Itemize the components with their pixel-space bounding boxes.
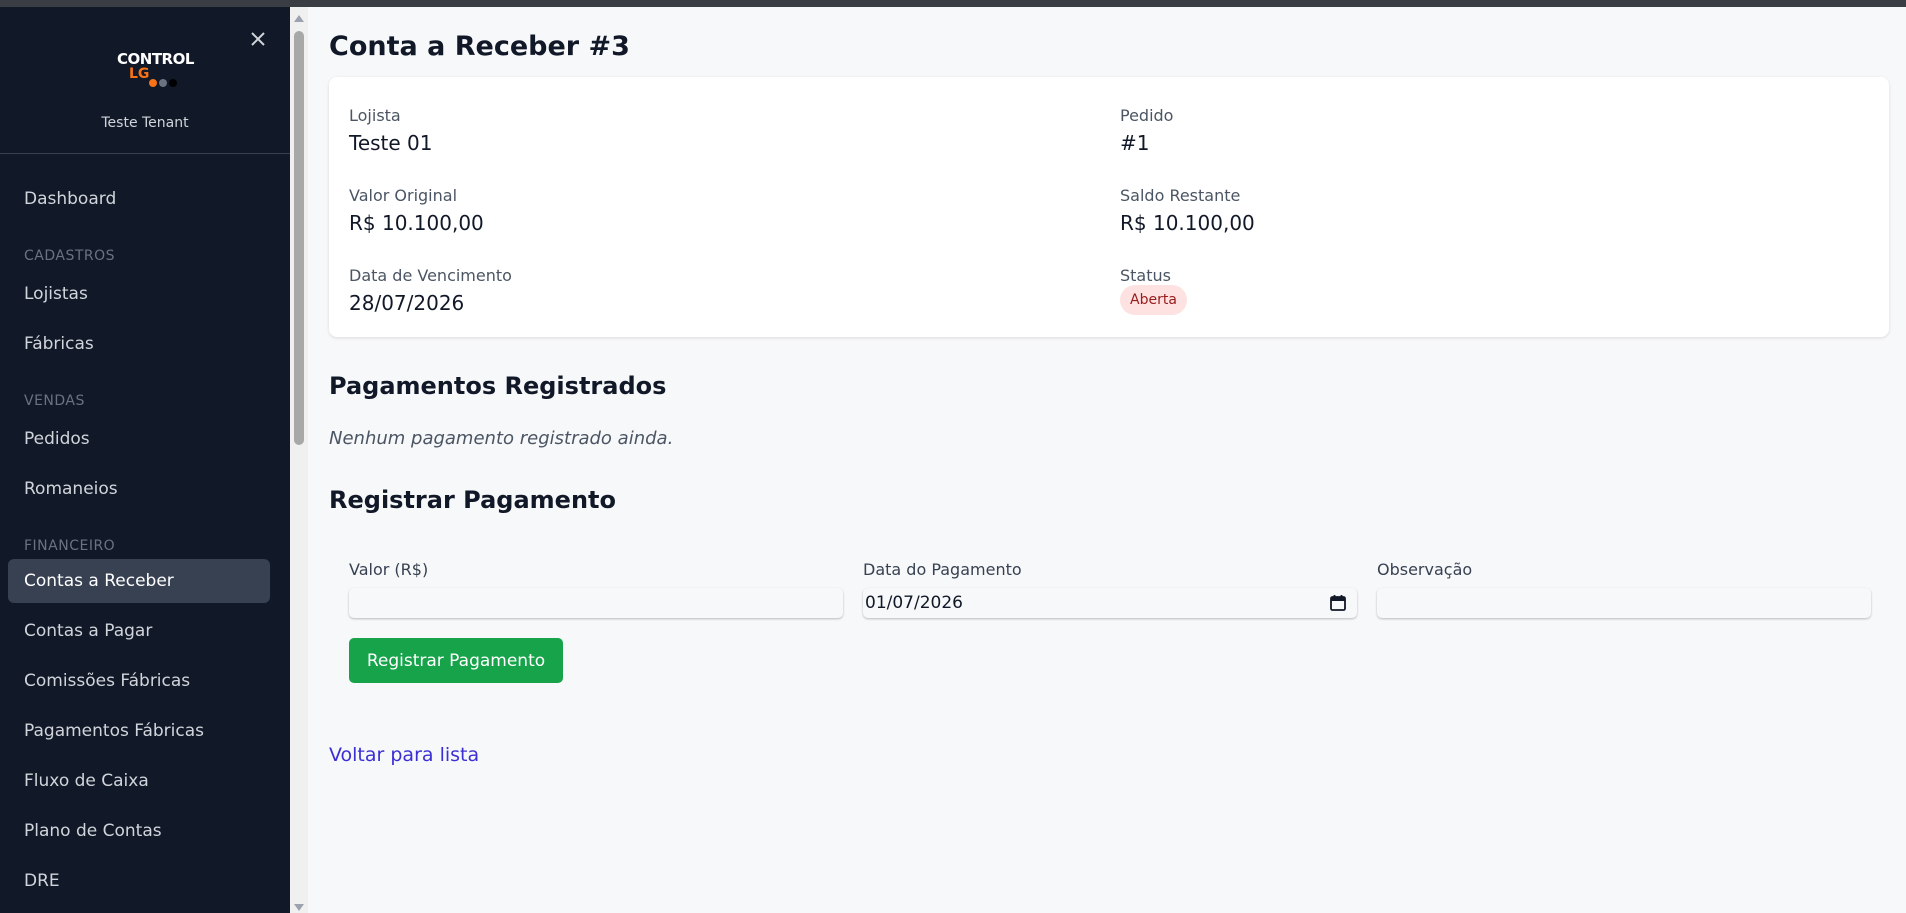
status-badge: Aberta xyxy=(1120,285,1187,315)
sidebar-item-contas-pagar[interactable]: Contas a Pagar xyxy=(8,609,270,653)
payments-section-title: Pagamentos Registrados xyxy=(329,372,667,400)
saldo-restante-value: R$ 10.100,00 xyxy=(1120,211,1255,235)
main-content: Conta a Receber #3 Lojista Teste 01 Pedi… xyxy=(308,7,1906,913)
sidebar-divider xyxy=(0,153,290,154)
observacao-label: Observação xyxy=(1377,560,1473,579)
brand-logo-text-bottom: LG xyxy=(129,66,150,82)
valor-original-label: Valor Original xyxy=(349,186,458,205)
close-icon[interactable] xyxy=(248,29,268,49)
window-top-bar xyxy=(0,0,1906,7)
sidebar: CONTROL LG Teste Tenant Dashboard CADAST… xyxy=(0,7,290,913)
sidebar-item-lojistas[interactable]: Lojistas xyxy=(8,272,270,316)
scroll-up-arrow-icon[interactable] xyxy=(294,15,304,22)
sidebar-item-plano-contas[interactable]: Plano de Contas xyxy=(8,809,270,853)
sidebar-item-fabricas[interactable]: Fábricas xyxy=(8,322,270,366)
data-pagamento-input[interactable]: 01/07/2026 xyxy=(863,588,1357,618)
scrollbar-thumb[interactable] xyxy=(294,31,304,445)
pedido-label: Pedido xyxy=(1120,106,1174,125)
brand-logo: CONTROL LG xyxy=(105,47,194,87)
observacao-input[interactable] xyxy=(1377,588,1871,618)
sidebar-item-pagamentos-fabricas[interactable]: Pagamentos Fábricas xyxy=(8,709,270,753)
payments-empty-message: Nenhum pagamento registrado ainda. xyxy=(329,428,674,449)
status-label: Status xyxy=(1120,266,1171,285)
lojista-value: Teste 01 xyxy=(349,131,433,155)
page-title: Conta a Receber #3 xyxy=(329,31,630,62)
sidebar-section-cadastros: CADASTROS xyxy=(24,248,116,264)
saldo-restante-label: Saldo Restante xyxy=(1120,186,1241,205)
brand: CONTROL LG xyxy=(0,47,290,91)
sidebar-item-dashboard[interactable]: Dashboard xyxy=(8,177,270,221)
data-pagamento-label: Data do Pagamento xyxy=(863,560,1022,579)
valor-label: Valor (R$) xyxy=(349,560,429,579)
vencimento-label: Data de Vencimento xyxy=(349,266,512,285)
calendar-icon[interactable] xyxy=(1329,594,1347,612)
back-to-list-link[interactable]: Voltar para lista xyxy=(329,744,479,766)
sidebar-item-fluxo-caixa[interactable]: Fluxo de Caixa xyxy=(8,759,270,803)
lojista-label: Lojista xyxy=(349,106,401,125)
sidebar-scrollbar[interactable] xyxy=(290,7,308,913)
valor-original-value: R$ 10.100,00 xyxy=(349,211,484,235)
sidebar-section-financeiro: FINANCEIRO xyxy=(24,538,116,554)
brand-logo-dots xyxy=(149,72,179,91)
data-pagamento-value: 01/07/2026 xyxy=(865,593,963,613)
vencimento-value: 28/07/2026 xyxy=(349,291,465,315)
scroll-down-arrow-icon[interactable] xyxy=(294,904,304,911)
sidebar-item-romaneios[interactable]: Romaneios xyxy=(8,467,270,511)
account-details-card: Lojista Teste 01 Pedido #1 Valor Origina… xyxy=(329,77,1889,337)
pedido-value: #1 xyxy=(1120,131,1150,155)
sidebar-item-comissoes-fabricas[interactable]: Comissões Fábricas xyxy=(8,659,270,703)
register-payment-button[interactable]: Registrar Pagamento xyxy=(349,638,563,683)
sidebar-item-dre[interactable]: DRE xyxy=(8,859,270,903)
valor-input[interactable] xyxy=(349,588,843,618)
tenant-name: Teste Tenant xyxy=(101,115,189,131)
register-payment-title: Registrar Pagamento xyxy=(329,486,616,514)
sidebar-item-pedidos[interactable]: Pedidos xyxy=(8,417,270,461)
sidebar-item-contas-receber[interactable]: Contas a Receber xyxy=(8,559,270,603)
sidebar-section-vendas: VENDAS xyxy=(24,393,85,409)
